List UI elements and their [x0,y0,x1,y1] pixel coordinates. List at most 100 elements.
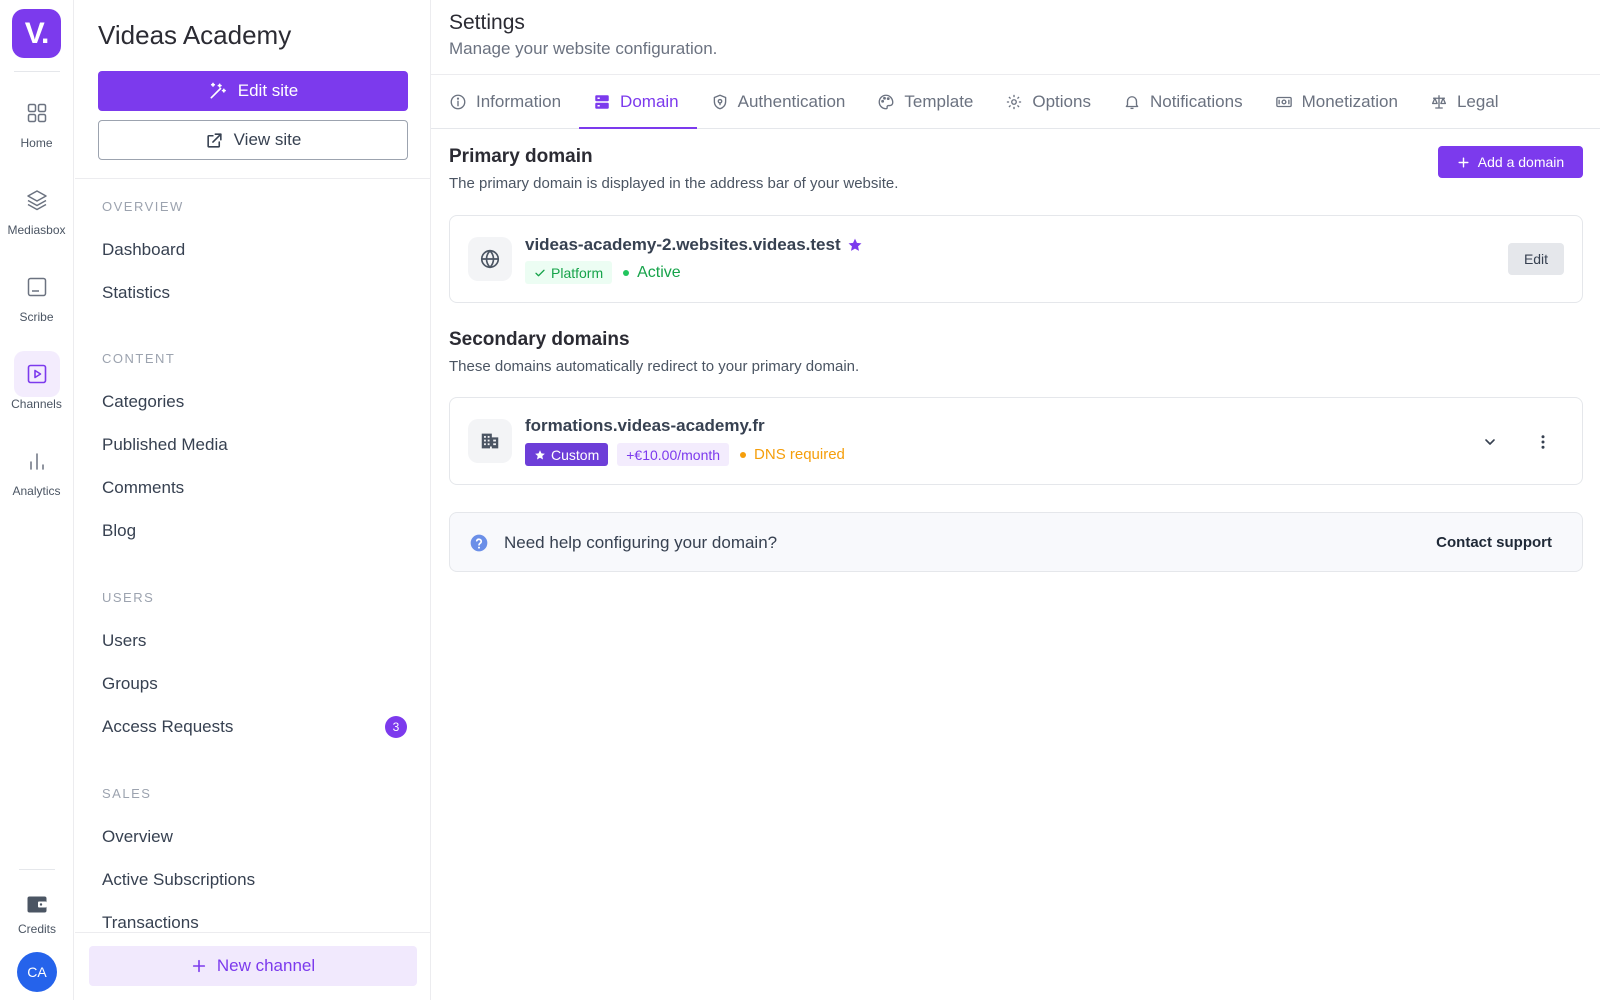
secondary-domains-description: These domains automatically redirect to … [449,358,860,375]
primary-domain-host: videas-academy-2.websites.videas.test [525,235,863,255]
status-dns-required: DNS required [740,446,845,463]
info-icon [449,93,467,111]
rail-item-analytics[interactable]: Analytics [0,430,74,517]
rail-label: Credits [17,922,56,936]
plus-icon [191,958,207,974]
rail-item-scribe[interactable]: Scribe [0,256,74,343]
nav-label: Comments [102,477,185,497]
nav-label: Statistics [102,282,171,302]
nav-label: Active Subscriptions [102,869,256,889]
rail-bottom: Credits CA [0,869,74,1000]
sidebar-item-active-subscriptions[interactable]: Active Subscriptions [75,858,431,901]
rail-divider [19,869,55,870]
nav-label: Overview [102,826,173,846]
new-channel-label: New channel [216,956,316,975]
check-icon [534,267,546,279]
view-site-button[interactable]: View site [98,120,408,160]
tab-label: Options [1032,91,1091,111]
nav-section-title: OVERVIEW [102,199,184,214]
rail-label: Channels [11,397,62,411]
custom-tag-label: Custom [551,446,600,463]
palette-icon [877,93,895,111]
add-domain-button[interactable]: Add a domain [1438,146,1583,178]
sidebar-item-sales-overview[interactable]: Overview [75,815,431,858]
tab-legal[interactable]: Legal [1416,75,1517,128]
tab-label: Domain [620,91,679,111]
primary-domain-tags: Platform Active [525,261,681,284]
tab-authentication[interactable]: Authentication [697,75,864,128]
page-subtitle: Manage your website configuration. [449,39,718,58]
edit-domain-button[interactable]: Edit [1508,243,1564,275]
contact-support-link[interactable]: Contact support [1436,534,1552,551]
status-active: Active [623,264,681,282]
rail-item-mediasbox[interactable]: Mediasbox [0,169,74,256]
tab-label: Monetization [1301,91,1398,111]
user-avatar[interactable]: CA [17,952,57,992]
sidebar-nav: OVERVIEW Dashboard Statistics CONTENT Ca… [75,178,431,944]
edit-site-button[interactable]: Edit site [98,71,408,111]
tab-options[interactable]: Options [991,75,1109,128]
bell-icon [1123,93,1141,111]
sidebar-item-blog[interactable]: Blog [75,509,431,552]
rail-item-credits[interactable]: Credits [0,886,74,936]
new-channel-button[interactable]: New channel [89,946,417,986]
sidebar-item-groups[interactable]: Groups [75,662,431,705]
more-vertical-icon[interactable] [1528,427,1558,457]
help-banner: Need help configuring your domain? Conta… [449,512,1583,572]
star-icon [534,449,546,461]
sidebar-item-users[interactable]: Users [75,619,431,662]
status-dot [623,269,630,276]
settings-tabs: Information Domain Authentication Templa… [431,75,1600,129]
status-dot [740,451,747,458]
server-icon [593,93,611,111]
primary-domain-title: Primary domain [449,146,593,167]
status-label: DNS required [754,446,845,463]
nav-label: Blog [102,520,137,540]
tab-domain[interactable]: Domain [579,75,697,129]
app-logo[interactable]: V. [12,9,61,58]
page-title: Settings [449,11,525,34]
sidebar-item-transactions[interactable]: Transactions [75,901,431,944]
count-badge: 3 [385,715,407,738]
nav-label: Categories [102,391,185,411]
building-icon [468,419,512,463]
custom-tag: Custom [525,443,609,466]
status-label: Active [637,263,681,281]
sidebar-item-statistics[interactable]: Statistics [75,271,431,314]
tab-notifications[interactable]: Notifications [1109,75,1261,128]
tab-information[interactable]: Information [435,75,579,128]
grid-icon [14,90,60,136]
sidebar-item-access-requests[interactable]: Access Requests 3 [75,705,431,748]
sidebar-item-categories[interactable]: Categories [75,380,431,423]
play-icon [13,351,60,397]
help-text: Need help configuring your domain? [504,533,778,552]
sidebar-item-published-media[interactable]: Published Media [75,423,431,466]
primary-domain-card: videas-academy-2.websites.videas.test Pl… [449,215,1583,303]
rail-item-channels[interactable]: Channels [0,343,74,430]
secondary-domain-card: formations.videas-academy.fr Custom +€10… [449,397,1583,485]
bar-chart-icon [14,438,60,484]
nav-section-title: CONTENT [102,351,176,366]
scale-icon [1430,93,1448,111]
sidebar-item-comments[interactable]: Comments [75,466,431,509]
nav-section-title: SALES [102,786,152,801]
rail-divider [13,71,60,72]
money-icon [1275,93,1293,111]
nav-label: Access Requests [102,716,234,736]
domain-host-text: formations.videas-academy.fr [525,416,765,435]
tab-label: Information [476,91,562,111]
platform-tag: Platform [525,261,613,284]
tab-monetization[interactable]: Monetization [1261,75,1416,128]
magic-wand-icon [208,81,228,101]
external-link-icon [205,131,224,150]
chevron-down-icon[interactable] [1475,427,1505,457]
sidebar-item-dashboard[interactable]: Dashboard [75,228,431,271]
rail-item-home[interactable]: Home [0,82,74,169]
primary-domain-description: The primary domain is displayed in the a… [449,175,899,192]
tab-label: Authentication [737,91,846,111]
tab-template[interactable]: Template [863,75,991,128]
nav-label: Users [102,630,147,650]
nav-label: Groups [102,673,158,693]
star-icon [847,237,863,253]
nav-label: Published Media [102,434,228,454]
